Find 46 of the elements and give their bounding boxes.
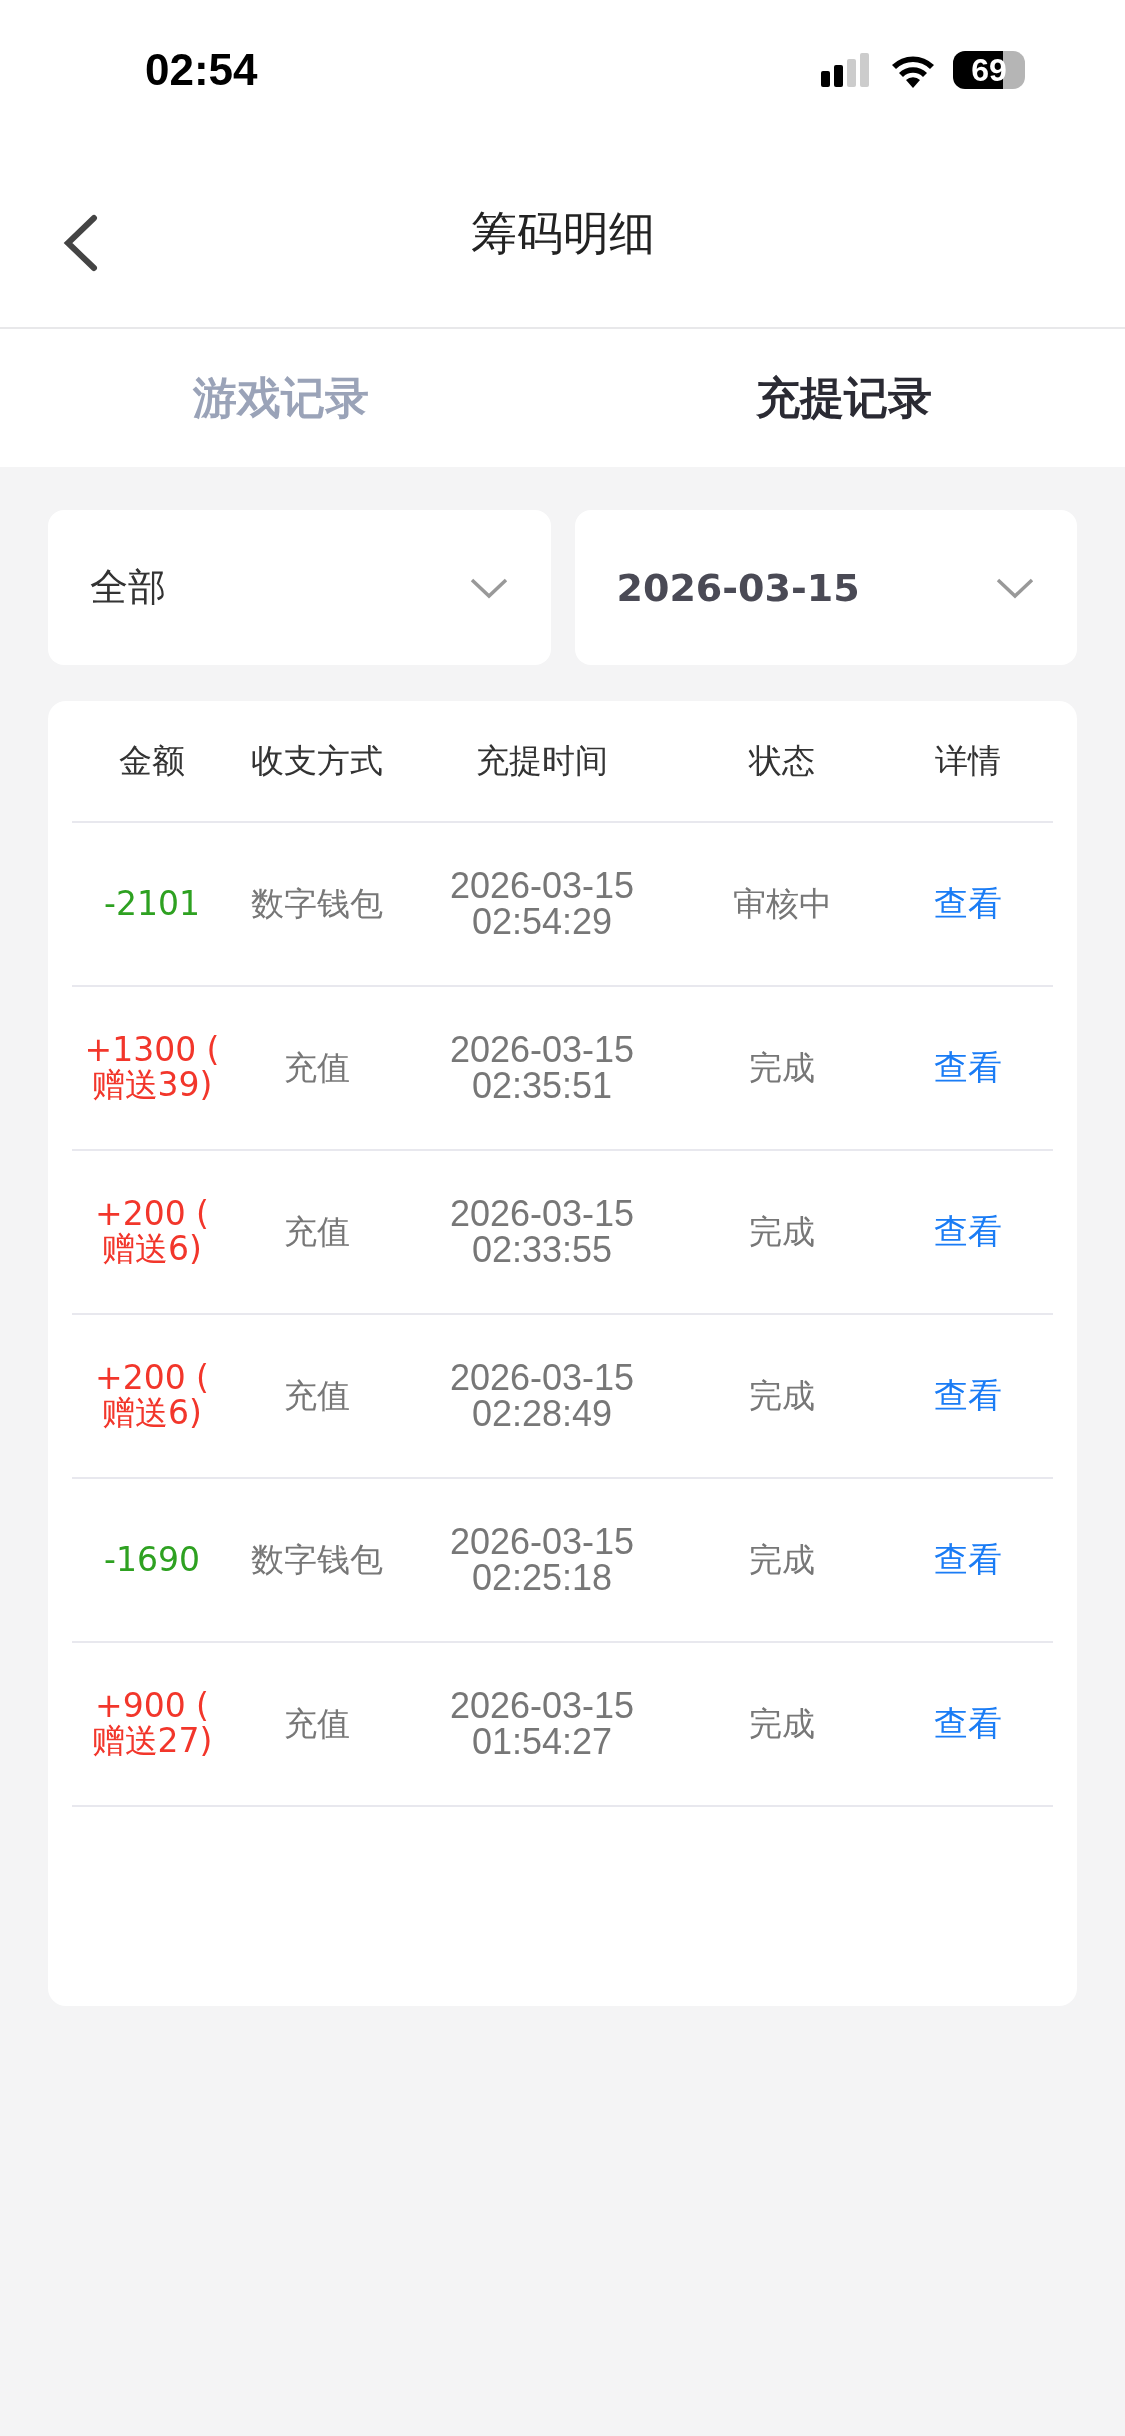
method-cell-text: 充值 — [283, 1214, 351, 1250]
time-cell-text: 2026-03-15 01:54:27 — [448, 1688, 636, 1760]
status-cell-text: 完成 — [748, 1542, 816, 1578]
status-cell-text: 完成 — [748, 1214, 816, 1250]
chevron-down-icon — [468, 576, 509, 599]
view-link[interactable]: 查看 — [882, 1045, 1053, 1091]
amount-cell-text: +200 ( 赠送6) — [94, 1361, 210, 1431]
amount-cell-text: -2101 — [103, 886, 201, 922]
amount-cell-text: -1690 — [103, 1542, 201, 1578]
column-header: 金额 — [118, 739, 186, 782]
amount-cell-text: +900 ( 赠送27) — [90, 1689, 214, 1759]
time-cell-text: 2026-03-15 02:35:51 — [448, 1032, 636, 1104]
time-cell-text: 2026-03-15 02:54:29 — [448, 868, 636, 940]
filter-dropdown[interactable]: 全部 — [48, 510, 551, 665]
column-header: 状态 — [747, 739, 816, 782]
status-cell-text: 完成 — [748, 1050, 816, 1086]
column-header: 详情 — [933, 739, 1002, 782]
view-link[interactable]: 查看 — [882, 881, 1053, 927]
method-cell-text: 数字钱包 — [250, 1542, 384, 1578]
view-link[interactable]: 查看 — [882, 1701, 1053, 1747]
back-icon[interactable] — [62, 214, 98, 272]
chevron-down-icon — [995, 576, 1035, 599]
status-cell-text: 完成 — [748, 1706, 816, 1742]
view-link[interactable]: 查看 — [882, 1373, 1053, 1419]
tab[interactable]: 游戏记录 — [0, 329, 563, 467]
view-link[interactable]: 查看 — [882, 1537, 1053, 1583]
time-cell-text: 2026-03-15 02:28:49 — [448, 1360, 636, 1432]
column-header: 充提时间 — [475, 739, 609, 782]
filter-dropdown[interactable]: 2026-03-15 — [574, 510, 1077, 665]
status-time: 02:54 — [145, 45, 258, 95]
status-cell-text: 审核中 — [731, 886, 833, 922]
dropdown-value: 全部 — [90, 564, 166, 611]
amount-cell-text: +200 ( 赠送6) — [94, 1197, 210, 1267]
method-cell-text: 充值 — [283, 1050, 351, 1086]
amount-cell-text: +1300 ( 赠送39) — [83, 1033, 221, 1103]
time-cell-text: 2026-03-15 02:25:18 — [448, 1524, 636, 1596]
tab[interactable]: 充提记录 — [562, 329, 1125, 467]
method-cell-text: 充值 — [283, 1378, 351, 1414]
view-link[interactable]: 查看 — [882, 1209, 1053, 1255]
method-cell-text: 充值 — [283, 1706, 351, 1742]
dropdown-value: 2026-03-15 — [616, 565, 860, 610]
status-cell-text: 完成 — [748, 1378, 816, 1414]
column-header: 收支方式 — [250, 739, 384, 782]
page-title: 筹码明细 — [470, 204, 655, 262]
method-cell-text: 数字钱包 — [250, 886, 384, 922]
time-cell-text: 2026-03-15 02:33:55 — [448, 1196, 636, 1268]
